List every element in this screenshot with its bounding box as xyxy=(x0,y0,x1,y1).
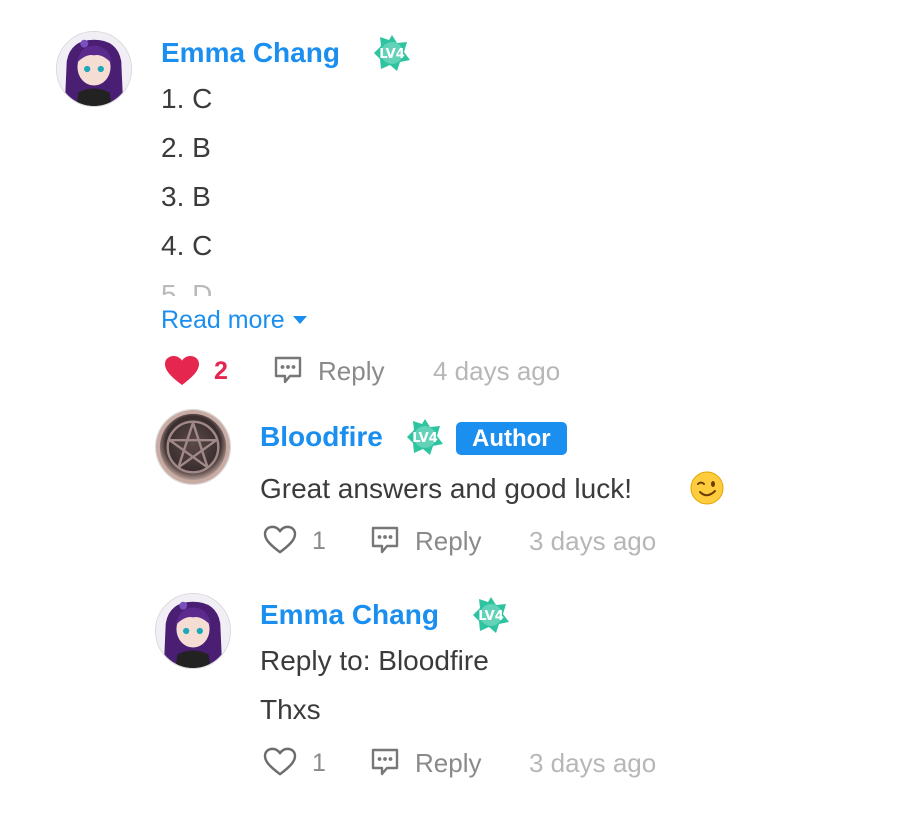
timestamp: 4 days ago xyxy=(433,356,561,386)
svg-text:LV4: LV4 xyxy=(379,47,405,62)
like-count: 1 xyxy=(312,749,326,777)
comment-text: Thxs xyxy=(260,694,321,725)
reply-icon[interactable] xyxy=(273,355,303,385)
heart-filled-icon[interactable] xyxy=(164,355,200,387)
svg-text:LV4: LV4 xyxy=(412,431,438,446)
heart-outline-icon[interactable] xyxy=(263,525,297,555)
caret-down-icon xyxy=(292,316,307,324)
read-more-label: Read more xyxy=(161,306,285,334)
reply-button[interactable]: Reply xyxy=(318,356,384,386)
answer-line: 1. C xyxy=(161,83,213,114)
answer-line: 2. B xyxy=(161,132,211,163)
level-badge-icon: LV4 xyxy=(471,595,511,635)
level-badge-icon: LV4 xyxy=(405,417,445,457)
heart-outline-icon[interactable] xyxy=(263,747,297,777)
timestamp: 3 days ago xyxy=(529,526,657,556)
like-count: 2 xyxy=(214,357,228,385)
like-count: 1 xyxy=(312,527,326,555)
avatar[interactable] xyxy=(56,31,132,107)
answer-line: 5. D xyxy=(161,279,213,296)
reply-icon[interactable] xyxy=(370,747,400,777)
author-badge: Author xyxy=(456,422,567,455)
comment-body: 1. C 2. B 3. B 4. C 5. D xyxy=(161,82,461,296)
comment-username[interactable]: Emma Chang xyxy=(161,36,340,70)
reply-to-text: Reply to: Bloodfire xyxy=(260,645,489,676)
avatar[interactable] xyxy=(155,593,231,669)
reply-button[interactable]: Reply xyxy=(415,526,481,556)
reply-button[interactable]: Reply xyxy=(415,748,481,778)
comment-text: Great answers and good luck! xyxy=(260,473,632,504)
avatar[interactable] xyxy=(155,409,231,485)
timestamp: 3 days ago xyxy=(529,748,657,778)
level-badge-icon: LV4 xyxy=(372,33,412,73)
winking-face-icon xyxy=(690,471,724,505)
comment-username[interactable]: Bloodfire xyxy=(260,420,383,454)
reply-icon[interactable] xyxy=(370,525,400,555)
comment-username[interactable]: Emma Chang xyxy=(260,598,439,632)
answer-line: 3. B xyxy=(161,181,211,212)
answer-line: 4. C xyxy=(161,230,213,261)
svg-text:LV4: LV4 xyxy=(478,609,504,624)
read-more-link[interactable]: Read more xyxy=(161,305,307,335)
